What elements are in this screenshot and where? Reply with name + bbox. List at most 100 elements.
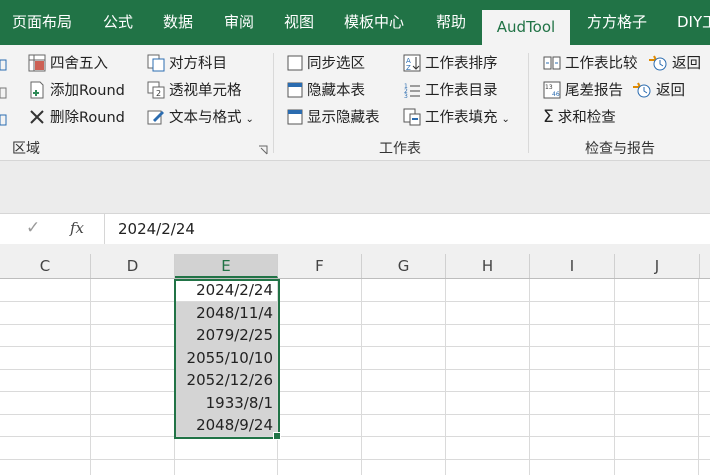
tail-diff-report-button[interactable]: 13 46 尾差报告 <box>543 80 623 102</box>
svg-text:3: 3 <box>404 93 408 99</box>
sheet-compare-label: 工作表比较 <box>565 56 638 72</box>
sync-selection-button[interactable]: 同步选区 <box>287 53 365 75</box>
counter-account-label: 对方科目 <box>169 56 227 72</box>
ribbon-tab-bar: 页面布局 公式 数据 审阅 视图 模板中心 帮助 AudTool 方方格子 DI… <box>0 0 710 45</box>
group-label-region: 区域 <box>12 141 40 157</box>
add-round-label: 添加Round <box>50 83 125 99</box>
group-separator <box>273 53 274 153</box>
column-header-c[interactable]: C <box>0 254 91 278</box>
enter-check-icon[interactable]: ✓ <box>26 218 40 238</box>
copy-sheet-icon <box>147 54 165 72</box>
selection-border <box>174 279 280 439</box>
pivot-cell-button[interactable]: 2 透视单元格 <box>147 80 242 102</box>
sum-check-label: 求和检查 <box>557 110 616 126</box>
tail-diff-report-label: 尾差报告 <box>565 83 623 99</box>
tab-formulas[interactable]: 公式 <box>103 0 133 45</box>
group-label-check-report: 检查与报告 <box>585 141 655 157</box>
grid-line <box>0 369 710 370</box>
sheet-sort-label: 工作表排序 <box>425 56 498 72</box>
column-header-h[interactable]: H <box>446 254 530 278</box>
formula-input[interactable]: 2024/2/24 <box>118 214 195 244</box>
tab-page-layout[interactable]: 页面布局 <box>12 0 72 45</box>
text-format-button[interactable]: 文本与格式 ⌄ <box>147 107 254 129</box>
column-header-i[interactable]: I <box>530 254 615 278</box>
tab-fangfang-gezi[interactable]: 方方格子 <box>587 0 647 45</box>
column-header-g[interactable]: G <box>362 254 446 278</box>
formula-divider <box>104 214 105 244</box>
group-separator <box>528 53 529 153</box>
tab-data[interactable]: 数据 <box>163 0 193 45</box>
hide-sheet-icon <box>287 82 303 98</box>
grid-line <box>361 279 362 475</box>
show-sheet-icon <box>287 109 303 125</box>
add-round-button[interactable]: 添加Round <box>28 80 125 102</box>
round-button[interactable]: 四舍五入 <box>28 53 108 75</box>
cell-grid[interactable]: 2024/2/24 2048/11/4 2079/2/25 2055/10/10… <box>0 279 710 475</box>
show-hidden-sheets-button[interactable]: 显示隐藏表 <box>287 107 380 129</box>
grid-round-icon <box>28 54 46 72</box>
dialog-launcher-icon[interactable] <box>258 145 268 155</box>
fill-handle[interactable] <box>273 432 281 440</box>
round-label: 四舍五入 <box>50 56 108 72</box>
grid-line <box>90 279 91 475</box>
return-button-2[interactable]: 返回 <box>632 80 685 102</box>
numbered-list-icon: 123 <box>404 83 420 99</box>
show-hidden-sheets-label: 显示隐藏表 <box>307 110 380 126</box>
column-header-e[interactable]: E <box>175 254 278 278</box>
tab-audtool[interactable]: AudTool <box>482 10 570 45</box>
sheet-sort-button[interactable]: A Z 工作表排序 <box>403 53 498 75</box>
grid-line <box>0 414 710 415</box>
sheet-index-button[interactable]: 1 2 3 工作表目录 <box>403 80 498 102</box>
hide-sheet-label: 隐藏本表 <box>307 83 365 99</box>
sheet-fill-button[interactable]: 工作表填充 ⌄ <box>403 107 510 129</box>
return-label-1: 返回 <box>672 56 701 72</box>
column-header-d[interactable]: D <box>91 254 175 278</box>
grid-line <box>0 459 710 460</box>
grid-line <box>0 301 710 302</box>
delete-x-icon <box>30 110 44 124</box>
sheet-compare-button[interactable]: 工作表比较 <box>543 53 638 75</box>
pen-edit-icon <box>147 110 164 125</box>
column-header-f[interactable]: F <box>278 254 362 278</box>
grid-line <box>0 391 710 392</box>
hide-sheet-button[interactable]: 隐藏本表 <box>287 80 365 102</box>
sigma-icon: Σ <box>543 107 554 127</box>
svg-text:Z: Z <box>406 64 411 72</box>
tab-review[interactable]: 审阅 <box>224 0 254 45</box>
group-label-worksheet: 工作表 <box>379 141 421 157</box>
pivot-cell-label: 透视单元格 <box>169 83 242 99</box>
sum-check-button[interactable]: Σ 求和检查 <box>543 107 616 129</box>
grid-line <box>0 324 710 325</box>
svg-text:13: 13 <box>545 84 553 91</box>
tab-diy[interactable]: DIY工 <box>677 0 710 45</box>
grid-line <box>0 346 710 347</box>
sheet-fill-label: 工作表填充 <box>425 110 498 126</box>
svg-text:2: 2 <box>156 89 161 98</box>
grid-line <box>614 279 615 475</box>
column-header-j[interactable]: J <box>615 254 700 278</box>
counter-account-button[interactable]: 对方科目 <box>147 53 227 75</box>
checkbox-icon <box>287 55 303 71</box>
return-button-1[interactable]: 返回 <box>648 53 701 75</box>
tab-help[interactable]: 帮助 <box>436 0 466 45</box>
grid-line <box>445 279 446 475</box>
svg-text:46: 46 <box>552 91 560 98</box>
add-page-icon <box>30 81 44 99</box>
tab-view[interactable]: 视图 <box>284 0 314 45</box>
fx-icon[interactable]: fx <box>70 219 84 237</box>
sheet-index-label: 工作表目录 <box>425 83 498 99</box>
text-format-label: 文本与格式 <box>169 110 242 126</box>
grid-line <box>0 436 710 437</box>
return-label-2: 返回 <box>656 83 685 99</box>
delete-round-label: 删除Round <box>50 110 125 126</box>
grid-line <box>698 279 699 475</box>
report-numbers-icon: 1346 <box>543 81 561 99</box>
delete-round-button[interactable]: 删除Round <box>28 107 125 129</box>
return-clock-icon <box>649 55 667 71</box>
tab-template-center[interactable]: 模板中心 <box>344 0 404 45</box>
fill-sheet-icon <box>403 108 421 126</box>
chevron-down-icon: ⌄ <box>501 114 510 125</box>
ribbon-gap <box>0 161 710 213</box>
pivot-cell-icon: 2 <box>147 81 165 99</box>
column-header-row: C D E F G H I J <box>0 254 710 279</box>
